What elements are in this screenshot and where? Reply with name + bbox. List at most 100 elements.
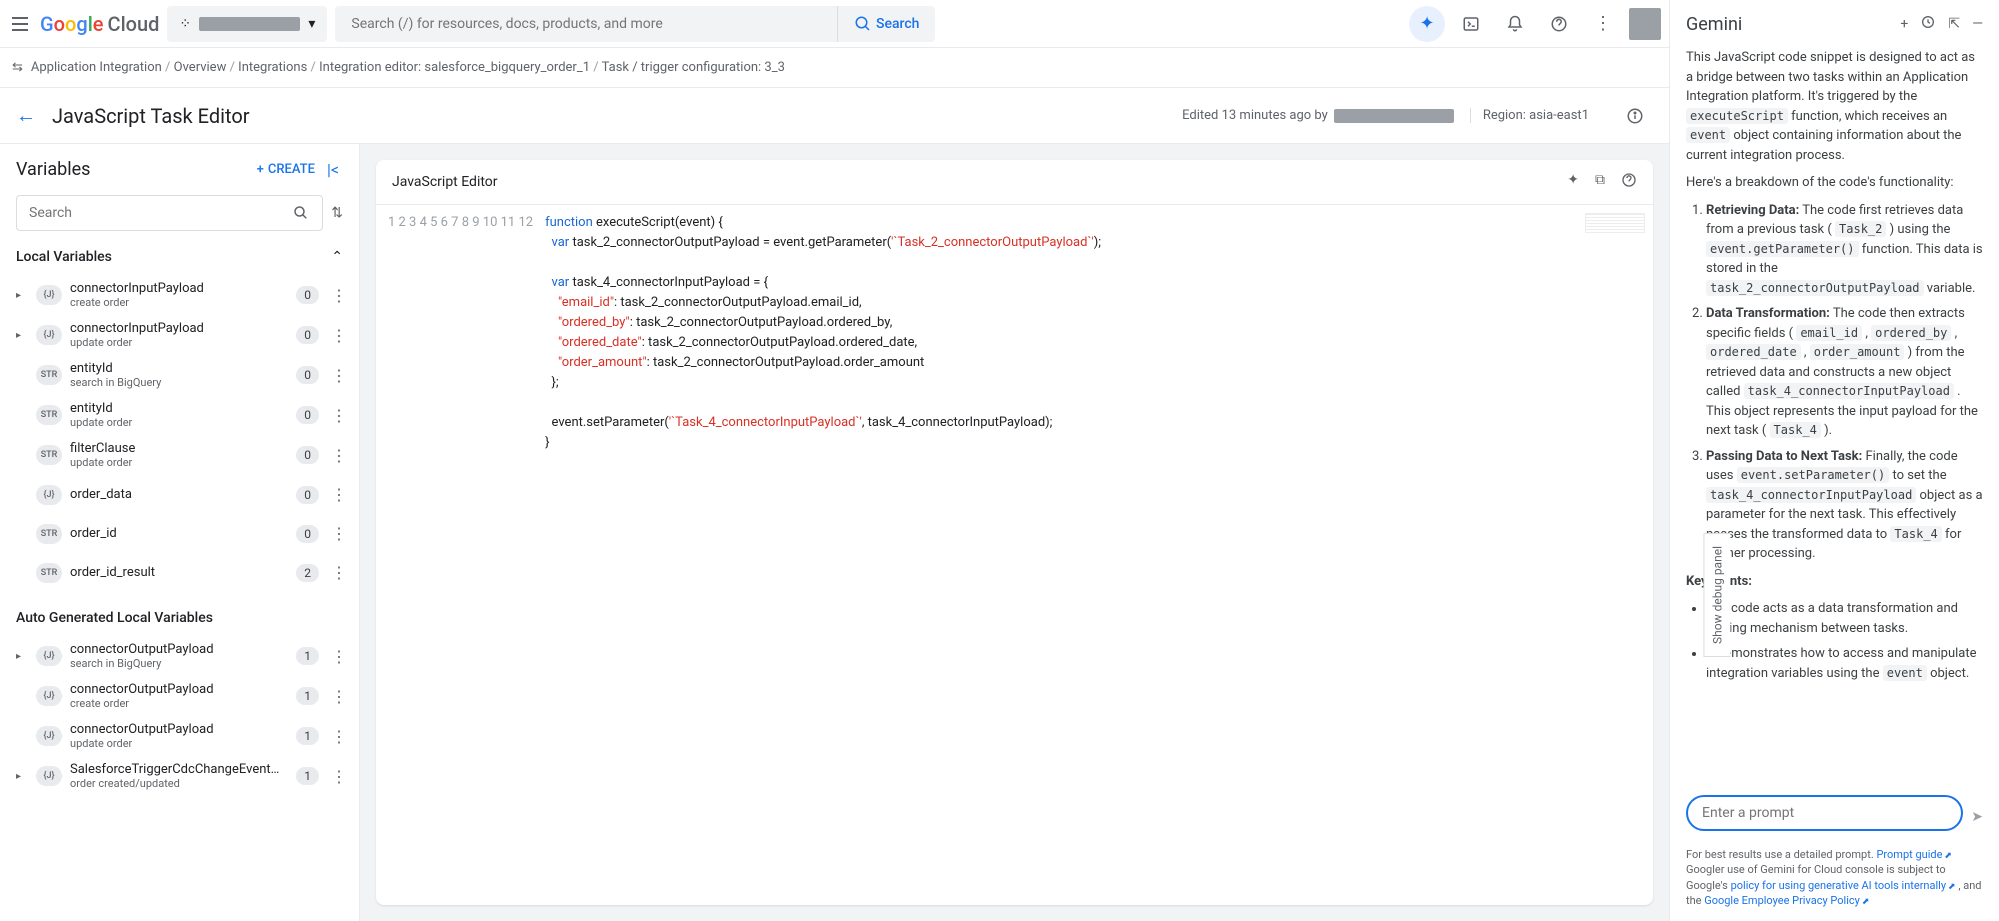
variable-name: SalesforceTriggerCdcChangeEventHeader... <box>70 762 288 777</box>
send-icon[interactable]: ➤ <box>1971 809 1983 825</box>
help-icon[interactable] <box>1541 6 1577 42</box>
auto-variables-header[interactable]: Auto Generated Local Variables <box>0 600 359 636</box>
variables-panel: Variables + CREATE |< ⇅ Local Variables⌃… <box>0 144 360 921</box>
variable-name: connectorOutputPayload <box>70 722 288 737</box>
project-selector[interactable]: ⁘ ▾ <box>167 6 327 42</box>
prompt-guide-link[interactable]: Prompt guide <box>1876 848 1951 861</box>
variable-item[interactable]: {J} order_data 0 ⋮ <box>0 475 359 514</box>
more-icon[interactable]: ⋮ <box>327 643 351 670</box>
google-cloud-logo[interactable]: Google Cloud <box>40 12 159 36</box>
info-icon[interactable] <box>1617 98 1653 134</box>
prompt-input[interactable] <box>1702 805 1947 821</box>
gemini-title: Gemini <box>1686 14 1888 35</box>
variable-name: filterClause <box>70 441 288 456</box>
filter-icon[interactable]: ⇅ <box>331 205 343 221</box>
more-icon[interactable]: ⋮ <box>327 481 351 508</box>
variable-item[interactable]: STR order_id_result 2 ⋮ <box>0 553 359 592</box>
edited-info: Edited 13 minutes ago by <box>1182 108 1454 123</box>
variable-item[interactable]: STR entityIdupdate order 0 ⋮ <box>0 395 359 435</box>
variable-item[interactable]: STR entityIdsearch in BigQuery 0 ⋮ <box>0 355 359 395</box>
more-icon[interactable]: ⋮ <box>327 723 351 750</box>
breadcrumb-item[interactable]: Application Integration <box>31 60 162 75</box>
create-variable-button[interactable]: + CREATE <box>257 162 315 177</box>
cloud-shell-icon[interactable] <box>1453 6 1489 42</box>
type-badge: {J} <box>36 766 62 786</box>
usage-count: 0 <box>296 525 319 543</box>
back-arrow-icon[interactable]: ← <box>16 103 36 128</box>
collapse-panel-icon[interactable]: |< <box>323 156 343 183</box>
editor-title: JavaScript Editor <box>392 174 1567 190</box>
more-icon[interactable]: ⋮ <box>327 683 351 710</box>
gemini-response: This JavaScript code snippet is designed… <box>1670 48 1999 787</box>
help-icon[interactable] <box>1621 172 1637 192</box>
notifications-icon[interactable] <box>1497 6 1533 42</box>
variable-item[interactable]: ▸ {J} connectorInputPayloadcreate order … <box>0 275 359 315</box>
usage-count: 0 <box>296 446 319 464</box>
hamburger-icon[interactable] <box>8 12 32 36</box>
variable-name: entityId <box>70 401 288 416</box>
region-info: Region: asia-east1 <box>1470 108 1601 123</box>
variable-name: connectorInputPayload <box>70 281 288 296</box>
expand-icon[interactable]: ▸ <box>16 330 28 341</box>
new-chat-icon[interactable]: + <box>1900 16 1908 32</box>
type-badge: {J} <box>36 686 62 706</box>
variable-item[interactable]: ▸ {J} SalesforceTriggerCdcChangeEventHea… <box>0 756 359 796</box>
type-badge: {J} <box>36 285 62 305</box>
more-icon[interactable]: ⋮ <box>327 559 351 586</box>
variable-item[interactable]: ▸ {J} connectorOutputPayloadsearch in Bi… <box>0 636 359 676</box>
variable-subtitle: update order <box>70 416 288 429</box>
expand-icon[interactable]: ▸ <box>16 651 28 662</box>
search-button[interactable]: Search <box>837 6 935 42</box>
variable-item[interactable]: ▸ {J} connectorInputPayloadupdate order … <box>0 315 359 355</box>
variables-title: Variables <box>16 159 249 180</box>
variable-search-input[interactable] <box>29 205 292 221</box>
more-icon[interactable]: ⋮ <box>327 442 351 469</box>
expand-icon[interactable]: ▸ <box>16 290 28 301</box>
open-external-icon[interactable]: ⇱ <box>1948 16 1960 32</box>
local-variables-header[interactable]: Local Variables⌃ <box>0 239 359 275</box>
variable-item[interactable]: {J} connectorOutputPayloadcreate order 1… <box>0 676 359 716</box>
expand-icon[interactable]: ▸ <box>16 771 28 782</box>
chevron-up-icon: ⌃ <box>331 249 343 265</box>
ai-policy-link[interactable]: policy for using generative AI tools int… <box>1731 879 1956 892</box>
gemini-suggest-icon[interactable]: ✦ <box>1567 172 1579 192</box>
variable-item[interactable]: {J} connectorOutputPayloadupdate order 1… <box>0 716 359 756</box>
more-icon[interactable]: ⋮ <box>327 282 351 309</box>
search-input[interactable] <box>335 16 837 32</box>
variable-name: connectorOutputPayload <box>70 642 288 657</box>
minimize-icon[interactable]: — <box>1972 16 1983 32</box>
breadcrumb-item[interactable]: Integration editor: salesforce_bigquery_… <box>319 60 590 75</box>
usage-count: 0 <box>296 366 319 384</box>
breadcrumb-item[interactable]: Task / trigger configuration: 3_3 <box>602 60 785 75</box>
breadcrumb-item[interactable]: Integrations <box>238 60 307 75</box>
variable-subtitle: search in BigQuery <box>70 657 288 670</box>
minimap[interactable] <box>1585 213 1645 233</box>
breadcrumb-item[interactable]: Overview <box>174 60 227 75</box>
debug-panel-toggle[interactable]: Show debug panel <box>1704 533 1731 657</box>
more-icon[interactable]: ⋮ <box>327 362 351 389</box>
usage-count: 0 <box>296 286 319 304</box>
more-icon[interactable]: ⋮ <box>327 322 351 349</box>
variable-search[interactable] <box>16 195 323 231</box>
account-avatar[interactable] <box>1629 8 1661 40</box>
usage-count: 0 <box>296 486 319 504</box>
more-icon[interactable]: ⋮ <box>327 520 351 547</box>
copy-icon[interactable]: ⧉ <box>1595 172 1605 192</box>
history-icon[interactable] <box>1920 14 1936 34</box>
variable-subtitle: create order <box>70 697 288 710</box>
type-badge: STR <box>36 445 62 465</box>
variable-item[interactable]: STR order_id 0 ⋮ <box>0 514 359 553</box>
page-header: ← JavaScript Task Editor Edited 13 minut… <box>0 88 1669 144</box>
more-icon[interactable]: ⋮ <box>1585 6 1621 42</box>
usage-count: 0 <box>296 326 319 344</box>
more-icon[interactable]: ⋮ <box>327 763 351 790</box>
breadcrumb: ⇆ Application Integration / Overview / I… <box>0 48 1669 88</box>
variable-name: connectorInputPayload <box>70 321 288 336</box>
gemini-spark-icon[interactable]: ✦ <box>1409 6 1445 42</box>
variable-item[interactable]: STR filterClauseupdate order 0 ⋮ <box>0 435 359 475</box>
code-editor[interactable]: 1 2 3 4 5 6 7 8 9 10 11 12 function exec… <box>376 205 1653 905</box>
privacy-policy-link[interactable]: Google Employee Privacy Policy <box>1704 894 1869 907</box>
code-content[interactable]: function executeScript(event) { var task… <box>545 213 1653 897</box>
type-badge: STR <box>36 563 62 583</box>
more-icon[interactable]: ⋮ <box>327 402 351 429</box>
